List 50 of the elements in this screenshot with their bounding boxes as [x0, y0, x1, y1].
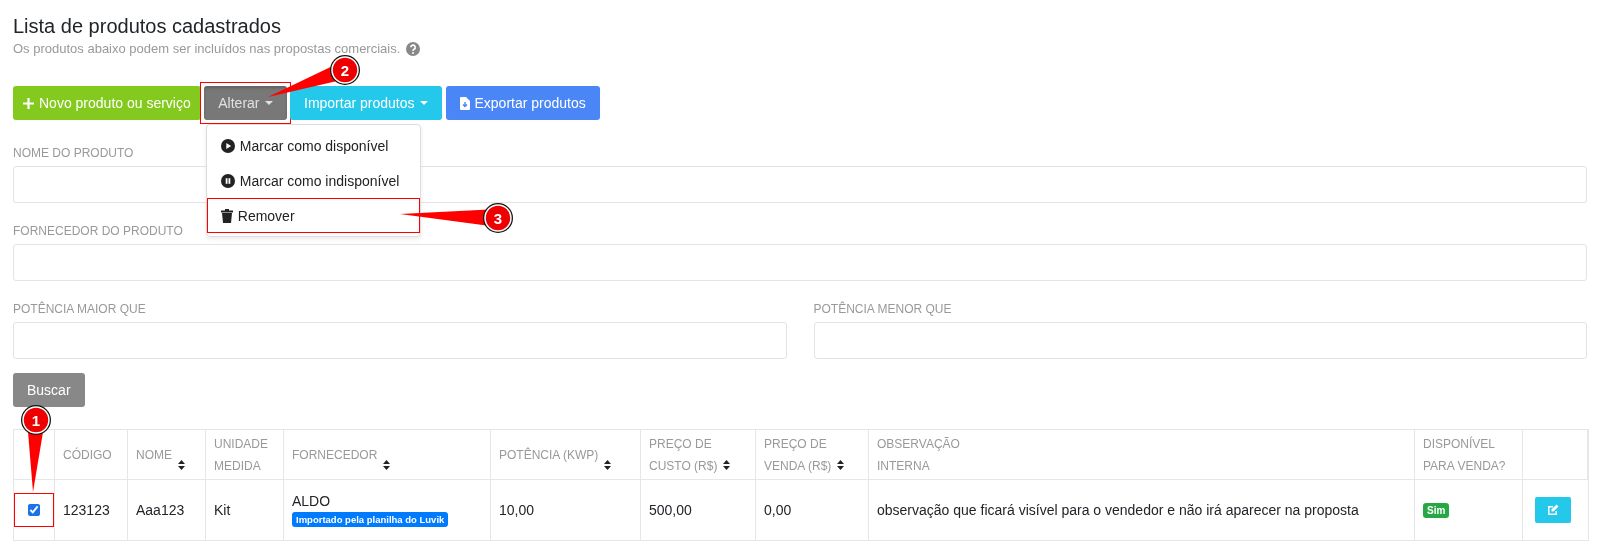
field-label: POTÊNCIA MAIOR QUE [13, 303, 146, 316]
sort-icon[interactable] [383, 460, 391, 470]
dropdown-button[interactable]: Alterar [204, 85, 287, 120]
table-cell: Kit [206, 480, 284, 540]
field-label: NOME DO PRODUTO [13, 147, 134, 160]
export-button[interactable]: Exportar produtos [445, 86, 600, 120]
file-download-icon [459, 96, 470, 110]
table-cell: 500,00 [641, 480, 756, 540]
column-header: OBSERVAÇÃO INTERNA [869, 430, 1415, 480]
column-header: DISPONÍVEL PARA VENDA? [1415, 430, 1523, 480]
dropdown-button[interactable]: Importar produtos [290, 86, 442, 120]
input-field[interactable] [13, 322, 787, 359]
table-cell: 0,00 [756, 480, 869, 540]
input-field[interactable] [813, 322, 1587, 359]
field-label: POTÊNCIA MENOR QUE [813, 303, 952, 316]
column-header[interactable]: POTÊNCIA (KWP) [491, 430, 641, 480]
trash-icon [220, 208, 233, 223]
page-subtitle: Os produtos abaixo podem ser incluídos nas propostas comerciais. [13, 41, 401, 56]
import-tag: Importado pela planilha do Luvik [292, 512, 449, 527]
caret-icon [264, 100, 273, 105]
input-field[interactable] [13, 244, 1587, 281]
row-checkbox[interactable] [28, 504, 40, 516]
table-cell: observação que ficará visível para o vendedor e não irá aparecer na proposta [869, 480, 1415, 540]
sort-icon[interactable] [837, 460, 845, 470]
new-product-button[interactable]: Novo produto ou serviço [13, 86, 201, 120]
column-header[interactable]: PREÇO DE CUSTO (R$) [641, 430, 756, 480]
field-label: FORNECEDOR DO PRODUTO [13, 225, 183, 238]
caret-icon [419, 101, 428, 105]
column-header[interactable]: NOME [128, 430, 206, 480]
column-header: CÓDIGO [55, 430, 128, 480]
supplier-name: ALDO [292, 493, 331, 509]
play-icon [220, 138, 235, 153]
column-header[interactable]: FORNECEDOR [284, 430, 491, 480]
column-header[interactable]: PREÇO DE VENDA (R$) [756, 430, 869, 480]
plus-icon [23, 97, 34, 109]
pause-icon [220, 173, 235, 188]
help-icon[interactable] [406, 41, 421, 56]
menu-item[interactable]: Marcar como indisponível [206, 163, 420, 198]
search-button[interactable]: Buscar [13, 373, 85, 407]
sort-icon[interactable] [178, 460, 185, 470]
sort-icon[interactable] [723, 460, 731, 470]
table-cell: 123123 [55, 480, 128, 540]
page-title: Lista de produtos cadastrados [13, 14, 282, 39]
table-cell: 10,00 [491, 480, 641, 540]
edit-icon [1547, 504, 1559, 516]
column-header: UNIDADE MEDIDA [206, 430, 284, 480]
availability-tag: Sim [1423, 502, 1450, 518]
menu-item[interactable]: Marcar como disponível [206, 128, 420, 163]
table-cell: Aaa123 [128, 480, 206, 540]
sort-icon[interactable] [604, 460, 612, 470]
